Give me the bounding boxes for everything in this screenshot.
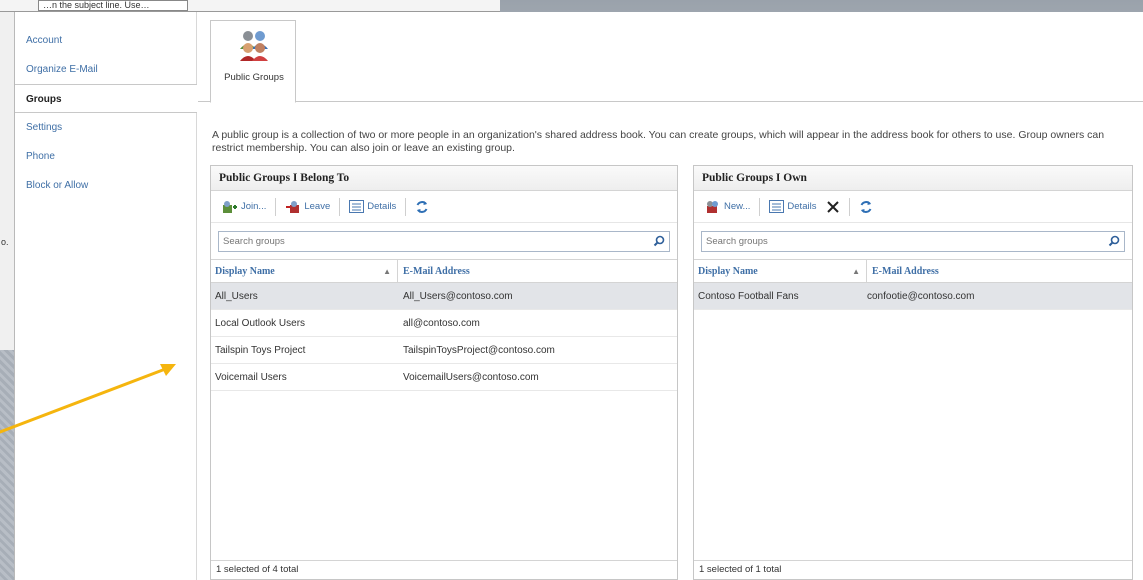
- tab-strip: Public Groups: [198, 12, 1143, 103]
- delete-x-icon: [827, 200, 840, 213]
- column-email-address[interactable]: E-Mail Address: [867, 260, 939, 282]
- panel-title: Public Groups I Own: [694, 166, 1132, 191]
- column-display-name-label: Display Name: [698, 266, 758, 277]
- nav-item-settings[interactable]: Settings: [15, 113, 196, 142]
- row-display-name: Voicemail Users: [215, 372, 287, 383]
- sort-ascending-icon: ▲: [852, 267, 860, 276]
- table-row[interactable]: Local Outlook Users all@contoso.com: [211, 310, 677, 337]
- belong-status-footer: 1 selected of 4 total: [211, 560, 677, 579]
- own-search-input[interactable]: [702, 232, 1124, 251]
- tab-public-groups[interactable]: Public Groups: [210, 20, 296, 103]
- leave-button[interactable]: Leave: [280, 196, 335, 218]
- column-display-name[interactable]: Display Name ▲: [694, 260, 867, 282]
- join-button-label: Join...: [241, 201, 267, 212]
- own-refresh-button[interactable]: [854, 196, 878, 218]
- table-row[interactable]: Voicemail Users VoicemailUsers@contoso.c…: [211, 364, 677, 391]
- row-display-name: Contoso Football Fans: [698, 291, 799, 302]
- details-button[interactable]: Details: [344, 196, 401, 218]
- refresh-button[interactable]: [410, 196, 434, 218]
- own-grid-header: Display Name ▲ E-Mail Address: [694, 259, 1132, 283]
- delete-button[interactable]: [821, 196, 845, 218]
- table-row[interactable]: Tailspin Toys Project TailspinToysProjec…: [211, 337, 677, 364]
- refresh-icon: [861, 200, 872, 213]
- belong-search-input[interactable]: [219, 232, 669, 251]
- toolbar-divider: [759, 197, 761, 216]
- column-display-name-label: Display Name: [215, 266, 275, 277]
- details-button-label: Details: [367, 201, 397, 212]
- row-display-name: Tailspin Toys Project: [215, 345, 306, 356]
- toolbar-divider: [405, 197, 407, 216]
- own-details-button-label: Details: [787, 201, 817, 212]
- belong-search-box: [218, 231, 670, 252]
- options-nav: Account Organize E-Mail Groups Settings …: [15, 12, 197, 580]
- groups-content: Public Groups A public group is a collec…: [198, 12, 1143, 580]
- nav-item-account[interactable]: Account: [15, 26, 196, 55]
- own-search-box: [701, 231, 1125, 252]
- row-email-address: confootie@contoso.com: [867, 291, 975, 302]
- row-email-address: all@contoso.com: [403, 318, 480, 329]
- join-group-icon: [223, 200, 237, 213]
- own-status-footer: 1 selected of 1 total: [694, 560, 1132, 579]
- details-icon: [769, 200, 785, 213]
- panel-groups-belong-to: Public Groups I Belong To Join... Leave …: [210, 165, 678, 580]
- groups-description: A public group is a collection of two or…: [212, 129, 1105, 154]
- search-icon[interactable]: [1108, 235, 1120, 247]
- column-display-name[interactable]: Display Name ▲: [211, 260, 398, 282]
- row-email-address: TailspinToysProject@contoso.com: [403, 345, 555, 356]
- table-row[interactable]: All_Users All_Users@contoso.com: [211, 283, 677, 310]
- new-group-button-label: New...: [724, 201, 751, 212]
- join-button[interactable]: Join...: [217, 196, 271, 218]
- row-email-address: VoicemailUsers@contoso.com: [403, 372, 539, 383]
- people-group-icon: [240, 31, 268, 61]
- row-email-address: All_Users@contoso.com: [403, 291, 513, 302]
- search-icon[interactable]: [653, 235, 665, 247]
- own-grid-body: Contoso Football Fans confootie@contoso.…: [694, 283, 1132, 310]
- new-group-button[interactable]: New...: [700, 196, 755, 218]
- background-fragment-text: …n the subject line. Use…: [38, 0, 188, 11]
- leave-group-icon: [286, 200, 300, 213]
- leave-button-label: Leave: [304, 201, 331, 212]
- toolbar-divider: [339, 197, 341, 216]
- toolbar-divider: [275, 197, 277, 216]
- belong-toolbar: Join... Leave Details: [211, 191, 677, 223]
- new-group-icon: [707, 200, 718, 213]
- background-window-strip: …n the subject line. Use…: [0, 0, 500, 12]
- row-display-name: Local Outlook Users: [215, 318, 306, 329]
- nav-item-block-or-allow[interactable]: Block or Allow: [15, 171, 196, 200]
- nav-item-organize-email[interactable]: Organize E-Mail: [15, 55, 196, 84]
- details-icon: [349, 200, 365, 213]
- panel-groups-i-own: Public Groups I Own New... Details Searc…: [693, 165, 1133, 580]
- own-details-button[interactable]: Details: [764, 196, 821, 218]
- nav-item-phone[interactable]: Phone: [15, 142, 196, 171]
- own-toolbar: New... Details: [694, 191, 1132, 223]
- refresh-icon: [416, 200, 428, 213]
- tab-public-groups-label: Public Groups: [224, 72, 284, 83]
- row-display-name: All_Users: [215, 291, 258, 302]
- options-window: Account Organize E-Mail Groups Settings …: [14, 12, 1143, 580]
- toolbar-divider: [849, 197, 851, 216]
- nav-item-groups[interactable]: Groups: [15, 84, 197, 113]
- panel-title: Public Groups I Belong To: [211, 166, 677, 191]
- belong-grid-header: Display Name ▲ E-Mail Address: [211, 259, 677, 283]
- belong-grid-body: All_Users All_Users@contoso.com Local Ou…: [211, 283, 677, 391]
- table-row[interactable]: Contoso Football Fans confootie@contoso.…: [694, 283, 1132, 310]
- column-email-address[interactable]: E-Mail Address: [398, 260, 470, 282]
- sort-ascending-icon: ▲: [383, 267, 391, 276]
